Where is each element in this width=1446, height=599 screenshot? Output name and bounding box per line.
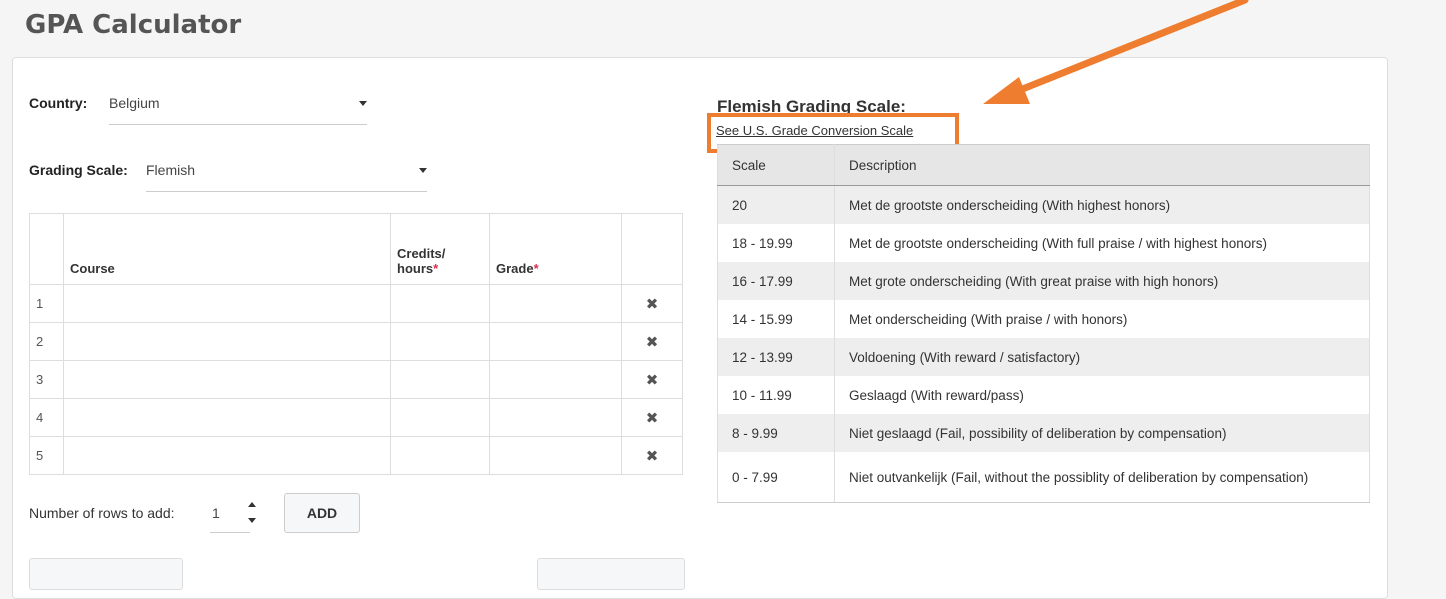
scale-description: Met de grootste onderscheiding (With ful… xyxy=(834,224,1370,262)
remove-row-icon[interactable]: ✖ xyxy=(621,322,683,361)
credits-input[interactable] xyxy=(390,398,490,437)
scale-row: 10 - 11.99 Geslaagd (With reward/pass) xyxy=(717,376,1370,414)
scale-description: Niet geslaagd (Fail, possibility of deli… xyxy=(834,414,1370,452)
rows-to-add-label: Number of rows to add: xyxy=(29,505,175,521)
course-input[interactable] xyxy=(63,398,391,437)
scale-range: 18 - 19.99 xyxy=(717,224,835,262)
grading-scale-value: Flemish xyxy=(146,162,196,178)
scale-description: Met de grootste onderscheiding (With hig… xyxy=(834,185,1370,224)
scale-range: 20 xyxy=(717,185,835,224)
scale-description: Geslaagd (With reward/pass) xyxy=(834,376,1370,414)
course-header: Course xyxy=(63,213,391,285)
grade-input[interactable] xyxy=(489,436,622,475)
add-rows-button[interactable]: ADD xyxy=(284,493,360,533)
description-header: Description xyxy=(834,144,1370,186)
grade-input[interactable] xyxy=(489,398,622,437)
page-title: GPA Calculator xyxy=(25,10,242,40)
row-number: 3 xyxy=(29,360,64,399)
row-number: 4 xyxy=(29,398,64,437)
scale-range: 8 - 9.99 xyxy=(717,414,835,452)
decrement-icon[interactable] xyxy=(248,518,256,523)
scale-row: 12 - 13.99 Voldoening (With reward / sat… xyxy=(717,338,1370,376)
clear-grades-button[interactable] xyxy=(537,558,685,590)
course-input[interactable] xyxy=(63,360,391,399)
grade-input[interactable] xyxy=(489,360,622,399)
scale-range: 16 - 17.99 xyxy=(717,262,835,300)
scale-row: 8 - 9.99 Niet geslaagd (Fail, possibilit… xyxy=(717,414,1370,452)
credits-header: Credits/ hours* xyxy=(390,213,490,285)
scale-header: Scale xyxy=(717,144,835,186)
row-number-header xyxy=(29,213,64,285)
scale-description: Voldoening (With reward / satisfactory) xyxy=(834,338,1370,376)
grading-scale-label: Grading Scale: xyxy=(29,162,128,178)
course-table: Course Credits/ hours* Grade* 1 ✖ 2 ✖ 3 … xyxy=(29,213,683,475)
scale-range: 12 - 13.99 xyxy=(717,338,835,376)
table-row: 3 ✖ xyxy=(29,360,683,399)
rows-to-add-stepper[interactable]: 1 xyxy=(210,496,256,533)
credits-input[interactable] xyxy=(390,360,490,399)
chevron-down-icon xyxy=(419,168,427,173)
scale-description: Niet outvankelijk (Fail, without the pos… xyxy=(834,452,1370,503)
annotation-arrow-icon xyxy=(983,0,1249,104)
remove-row-icon[interactable]: ✖ xyxy=(621,436,683,475)
rows-to-add-value: 1 xyxy=(212,505,220,521)
scale-row: 14 - 15.99 Met onderscheiding (With prai… xyxy=(717,300,1370,338)
increment-icon[interactable] xyxy=(248,502,256,507)
remove-header xyxy=(621,213,683,285)
credits-input[interactable] xyxy=(390,284,490,323)
grading-scale-select[interactable]: Flemish xyxy=(146,162,427,192)
course-input[interactable] xyxy=(63,436,391,475)
row-number: 5 xyxy=(29,436,64,475)
table-row: 2 ✖ xyxy=(29,322,683,361)
scale-table-header: Scale Description xyxy=(717,144,1370,186)
scale-range: 0 - 7.99 xyxy=(717,452,835,503)
scale-description: Met grote onderscheiding (With great pra… xyxy=(834,262,1370,300)
chevron-down-icon xyxy=(359,101,367,106)
course-input[interactable] xyxy=(63,322,391,361)
remove-row-icon[interactable]: ✖ xyxy=(621,360,683,399)
table-row: 4 ✖ xyxy=(29,398,683,437)
scale-row: 0 - 7.99 Niet outvankelijk (Fail, withou… xyxy=(717,452,1370,503)
scale-range: 14 - 15.99 xyxy=(717,300,835,338)
scale-row: 18 - 19.99 Met de grootste onderscheidin… xyxy=(717,224,1370,262)
remove-row-icon[interactable]: ✖ xyxy=(621,398,683,437)
grade-header: Grade* xyxy=(489,213,622,285)
grading-scale-table: Scale Description 20 Met de grootste ond… xyxy=(717,144,1370,503)
credits-input[interactable] xyxy=(390,322,490,361)
row-number: 1 xyxy=(29,284,64,323)
scale-row: 16 - 17.99 Met grote onderscheiding (Wit… xyxy=(717,262,1370,300)
grade-input[interactable] xyxy=(489,322,622,361)
country-value: Belgium xyxy=(109,95,160,111)
course-input[interactable] xyxy=(63,284,391,323)
calculate-gpa-button[interactable] xyxy=(29,558,183,590)
scale-range: 10 - 11.99 xyxy=(717,376,835,414)
scale-row: 20 Met de grootste onderscheiding (With … xyxy=(717,185,1370,224)
remove-row-icon[interactable]: ✖ xyxy=(621,284,683,323)
country-select[interactable]: Belgium xyxy=(109,95,367,125)
course-table-header: Course Credits/ hours* Grade* xyxy=(29,213,683,285)
credits-input[interactable] xyxy=(390,436,490,475)
table-row: 5 ✖ xyxy=(29,436,683,475)
table-row: 1 ✖ xyxy=(29,284,683,323)
scale-description: Met onderscheiding (With praise / with h… xyxy=(834,300,1370,338)
country-label: Country: xyxy=(29,95,88,111)
row-number: 2 xyxy=(29,322,64,361)
grade-input[interactable] xyxy=(489,284,622,323)
